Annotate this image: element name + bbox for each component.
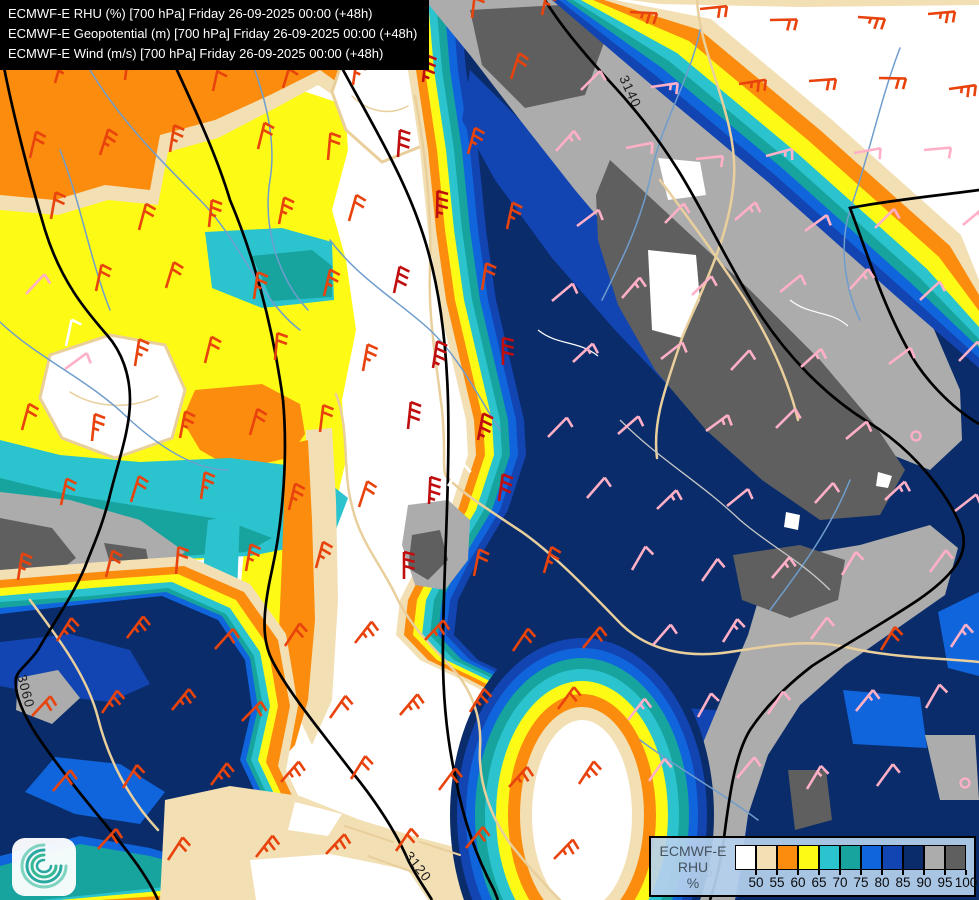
legend-swatch [903, 845, 924, 870]
legend-color-scale: 50 55 60 65 70 75 80 85 90 95 100 [735, 838, 977, 895]
legend-swatch [735, 845, 756, 870]
legend-swatch [777, 845, 798, 870]
legend-swatch [924, 845, 945, 870]
legend-title-field: RHU [677, 859, 709, 875]
legend-tick-label: 95 [937, 875, 953, 890]
legend-swatch [798, 845, 819, 870]
weather-map-screenshot: 3060312031403140 ECMWF-E RHU (%) [700 hP… [0, 0, 979, 900]
title-line-geopotential: ECMWF-E Geopotential (m) [700 hPa] Frida… [8, 26, 418, 41]
legend-tick-label: 50 [748, 875, 764, 890]
legend-tick-label: 70 [832, 875, 848, 890]
legend-tick-label: 60 [790, 875, 806, 890]
legend-title-model: ECMWF-E [659, 843, 727, 859]
legend-tick-label: 85 [895, 875, 911, 890]
legend-tick-label: 75 [853, 875, 869, 890]
legend-swatch [756, 845, 777, 870]
map-canvas: 3060312031403140 [0, 0, 979, 900]
legend-swatch [840, 845, 861, 870]
brand-logo [11, 837, 77, 897]
title-line-wind: ECMWF-E Wind (m/s) [700 hPa] Friday 26-0… [8, 46, 384, 61]
legend-tick-label: 55 [769, 875, 785, 890]
title-box: ECMWF-E RHU (%) [700 hPa] Friday 26-09-2… [0, 0, 430, 70]
legend-tick-label: 65 [811, 875, 827, 890]
legend-swatch [861, 845, 882, 870]
legend-tick-label: 80 [874, 875, 890, 890]
spiral-logo-icon [12, 838, 76, 896]
rh-legend: ECMWF-E RHU % 50 55 60 65 70 75 80 85 90 95 100 [649, 836, 977, 897]
legend-swatch [819, 845, 840, 870]
legend-title-unit: % [686, 875, 700, 891]
legend-swatch [945, 845, 966, 870]
legend-title: ECMWF-E RHU % [651, 838, 735, 895]
legend-tick-label: 100 [954, 875, 978, 890]
title-line-rhu: ECMWF-E RHU (%) [700 hPa] Friday 26-09-2… [8, 6, 373, 21]
legend-tick-label: 90 [916, 875, 932, 890]
legend-swatch [882, 845, 903, 870]
